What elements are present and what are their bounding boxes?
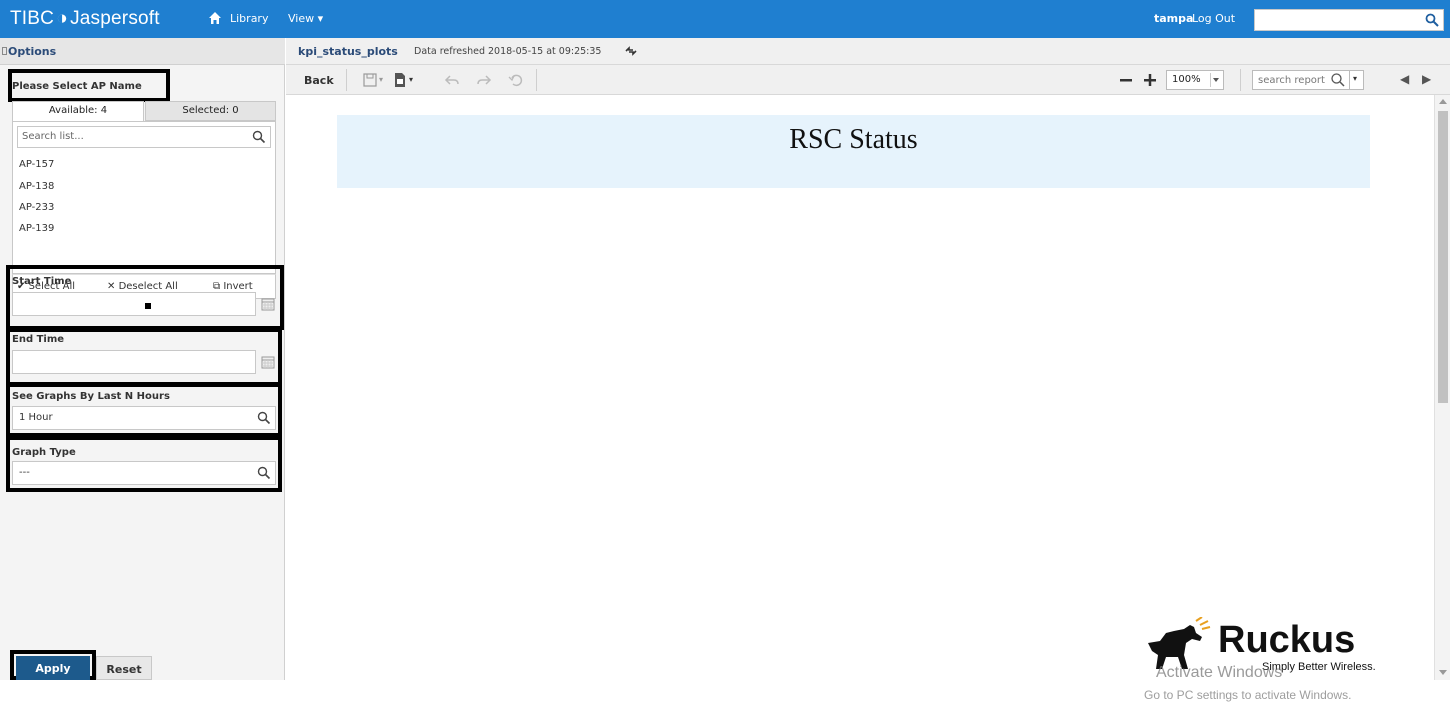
list-search-placeholder: Search list...: [22, 131, 84, 142]
options-title: Options: [8, 45, 57, 58]
logout-link[interactable]: Log Out: [1192, 12, 1235, 25]
report-canvas: RSC Status Ruckus Simply Better Wireless…: [286, 95, 1434, 702]
chevron-down-icon: ▾: [1353, 74, 1358, 83]
report-viewer: kpi_status_plots Data refreshed 2018-05-…: [286, 38, 1450, 702]
toolbar-divider: [1240, 69, 1241, 91]
last-n-hours-value: 1 Hour: [19, 412, 53, 423]
list-item[interactable]: AP-139: [19, 223, 54, 234]
graph-type-label: Graph Type: [12, 447, 76, 458]
nav-view-menu[interactable]: View ▾: [288, 12, 323, 25]
graph-type-value: ---: [19, 467, 30, 478]
tab-available[interactable]: Available: 4: [12, 101, 144, 121]
search-icon[interactable]: [257, 466, 271, 480]
toolbar-divider: [346, 69, 347, 91]
start-time-label: Start Time: [12, 276, 72, 287]
chevron-down-icon: [1213, 78, 1219, 82]
ruckus-wordmark: Ruckus: [1218, 619, 1356, 661]
text-cursor: [145, 303, 151, 309]
undo-all-icon[interactable]: [508, 72, 524, 88]
search-prev-icon[interactable]: ◀: [1400, 72, 1409, 86]
options-panel: Options Please Select AP Name Available:…: [0, 38, 285, 680]
report-name: kpi_status_plots: [298, 45, 398, 58]
report-toolbar: Back ▾ ▾ 100% search report ▾ ◀ ▶: [286, 65, 1450, 95]
back-button[interactable]: Back: [304, 74, 334, 87]
activate-windows-subtext: Go to PC settings to activate Windows.: [1144, 688, 1352, 702]
search-options-button[interactable]: ▾: [1350, 70, 1364, 90]
logo-product-text: Jaspersoft: [70, 8, 160, 29]
activate-windows-watermark: Activate Windows: [1156, 664, 1283, 681]
options-button-bar: Apply Reset: [0, 648, 285, 680]
refresh-icon[interactable]: [624, 45, 638, 57]
list-search-input[interactable]: Search list...: [17, 126, 271, 148]
save-dropdown-caret-icon[interactable]: ▾: [379, 75, 383, 84]
scroll-thumb[interactable]: [1438, 111, 1448, 403]
zoom-value: 100%: [1172, 74, 1201, 85]
ap-name-label: Please Select AP Name: [12, 81, 142, 92]
options-header: Options: [0, 38, 285, 65]
list-item[interactable]: AP-138: [19, 181, 54, 192]
toolbar-divider: [536, 69, 537, 91]
redo-icon[interactable]: [476, 72, 492, 88]
end-time-field[interactable]: [12, 350, 256, 374]
list-item[interactable]: AP-233: [19, 202, 54, 213]
global-search-input[interactable]: [1254, 9, 1444, 31]
report-title: RSC Status: [789, 124, 918, 155]
ap-tabs: Available: 4 Selected: 0: [12, 101, 276, 121]
undo-icon[interactable]: [444, 72, 460, 88]
export-icon[interactable]: [392, 72, 408, 88]
tab-selected[interactable]: Selected: 0: [145, 101, 276, 121]
apply-button[interactable]: Apply: [16, 656, 90, 680]
report-search-placeholder: search report: [1258, 75, 1325, 86]
end-time-label: End Time: [12, 334, 65, 345]
zoom-select[interactable]: 100%: [1166, 70, 1224, 90]
list-item[interactable]: AP-157: [19, 159, 54, 170]
save-icon[interactable]: [362, 72, 378, 88]
report-header: kpi_status_plots Data refreshed 2018-05-…: [286, 38, 1450, 65]
search-icon[interactable]: [1425, 13, 1439, 27]
last-n-hours-field[interactable]: 1 Hour: [12, 406, 276, 430]
collapse-panel-icon[interactable]: [2, 47, 7, 55]
top-bar: TIBC ◑ Jaspersoft Library View ▾ tampa Log…: [0, 0, 1450, 38]
zoom-divider: [1210, 73, 1211, 87]
ap-list: Search list... AP-157 AP-138 AP-233 AP-1…: [12, 121, 276, 274]
start-time-field[interactable]: [12, 292, 256, 316]
data-refreshed-text: Data refreshed 2018-05-15 at 09:25:35: [414, 46, 602, 57]
logo-mark-icon: ◑: [56, 8, 68, 29]
report-title-banner: RSC Status: [337, 115, 1370, 188]
scroll-up-icon[interactable]: [1439, 99, 1447, 104]
search-next-icon[interactable]: ▶: [1422, 72, 1431, 86]
graph-type-field[interactable]: ---: [12, 461, 276, 485]
search-icon[interactable]: [252, 130, 266, 144]
reset-button[interactable]: Reset: [96, 656, 152, 680]
logo-brand-text: TIBC: [10, 8, 55, 29]
export-dropdown-caret-icon[interactable]: ▾: [409, 75, 413, 84]
nav-library[interactable]: Library: [230, 12, 268, 25]
search-icon[interactable]: [257, 411, 271, 425]
zoom-in-icon[interactable]: [1142, 72, 1158, 88]
report-scrollbar[interactable]: [1434, 95, 1450, 680]
scroll-down-icon[interactable]: [1439, 670, 1447, 675]
last-n-hours-label: See Graphs By Last N Hours: [12, 391, 170, 402]
calendar-icon[interactable]: [261, 355, 275, 369]
jaspersoft-logo[interactable]: TIBC ◑ Jaspersoft: [10, 8, 160, 30]
calendar-icon[interactable]: [261, 297, 275, 311]
username: tampa: [1154, 12, 1194, 25]
home-icon[interactable]: [208, 11, 222, 25]
search-icon[interactable]: [1330, 72, 1346, 88]
zoom-out-icon[interactable]: [1118, 72, 1134, 88]
